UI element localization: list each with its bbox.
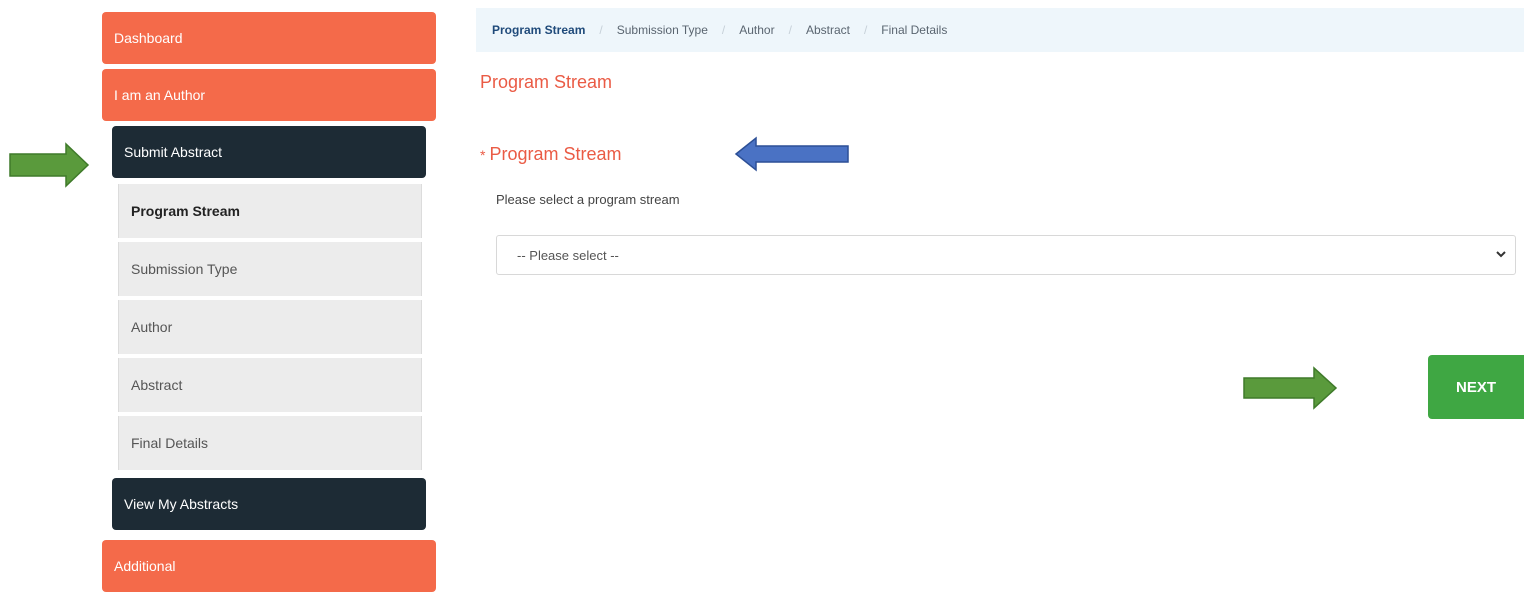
program-stream-field-label: * Program Stream <box>480 144 622 165</box>
sidebar-step-program-stream[interactable]: Program Stream <box>118 184 422 238</box>
main-content: Program Stream / Submission Type / Autho… <box>470 0 1524 592</box>
sidebar-item-additional[interactable]: Additional <box>102 540 436 592</box>
sidebar-item-submit-abstract[interactable]: Submit Abstract <box>112 126 426 178</box>
breadcrumb-submission-type[interactable]: Submission Type <box>617 23 708 37</box>
sidebar-step-label: Final Details <box>131 435 209 451</box>
breadcrumb-program-stream[interactable]: Program Stream <box>492 23 585 37</box>
sidebar-step-submission-type[interactable]: Submission Type <box>118 242 422 296</box>
select-value: -- Please select -- <box>517 247 619 263</box>
annotation-arrow-right-icon <box>9 142 90 188</box>
annotation-arrow-left-icon <box>734 136 849 172</box>
sidebar-item-view-my-abstracts[interactable]: View My Abstracts <box>112 478 426 530</box>
sidebar-step-abstract[interactable]: Abstract <box>118 358 422 412</box>
breadcrumb-separator: / <box>788 23 792 37</box>
breadcrumb-author[interactable]: Author <box>739 23 774 37</box>
program-stream-select[interactable]: -- Please select -- <box>496 235 1516 275</box>
sidebar-item-label: Submit Abstract <box>124 144 223 160</box>
annotation-arrow-right-icon <box>1243 366 1338 410</box>
breadcrumb: Program Stream / Submission Type / Autho… <box>476 8 1524 52</box>
field-label-text: Program Stream <box>489 144 622 164</box>
next-button[interactable]: NEXT <box>1428 355 1524 419</box>
breadcrumb-separator: / <box>863 23 868 37</box>
sidebar-item-author[interactable]: I am an Author <box>102 69 436 121</box>
breadcrumb-abstract[interactable]: Abstract <box>806 23 850 37</box>
breadcrumb-separator: / <box>599 23 603 37</box>
sidebar-item-label: Dashboard <box>114 30 183 46</box>
chevron-down-icon <box>1496 251 1506 258</box>
sidebar-item-dashboard[interactable]: Dashboard <box>102 12 436 64</box>
sidebar-step-label: Submission Type <box>131 261 238 277</box>
breadcrumb-separator: / <box>721 23 726 37</box>
page-title: Program Stream <box>480 72 613 92</box>
field-help-text: Please select a program stream <box>496 192 680 207</box>
sidebar-step-final-details[interactable]: Final Details <box>118 416 422 470</box>
sidebar-step-label: Program Stream <box>131 203 240 219</box>
required-mark: * <box>480 147 486 163</box>
sidebar-item-label: I am an Author <box>114 87 206 103</box>
sidebar-step-author[interactable]: Author <box>118 300 422 354</box>
breadcrumb-final-details[interactable]: Final Details <box>881 23 947 37</box>
sidebar-item-label: Additional <box>114 558 176 574</box>
sidebar-item-label: View My Abstracts <box>124 496 239 512</box>
sidebar-step-label: Abstract <box>131 377 183 393</box>
sidebar-step-label: Author <box>131 319 173 335</box>
